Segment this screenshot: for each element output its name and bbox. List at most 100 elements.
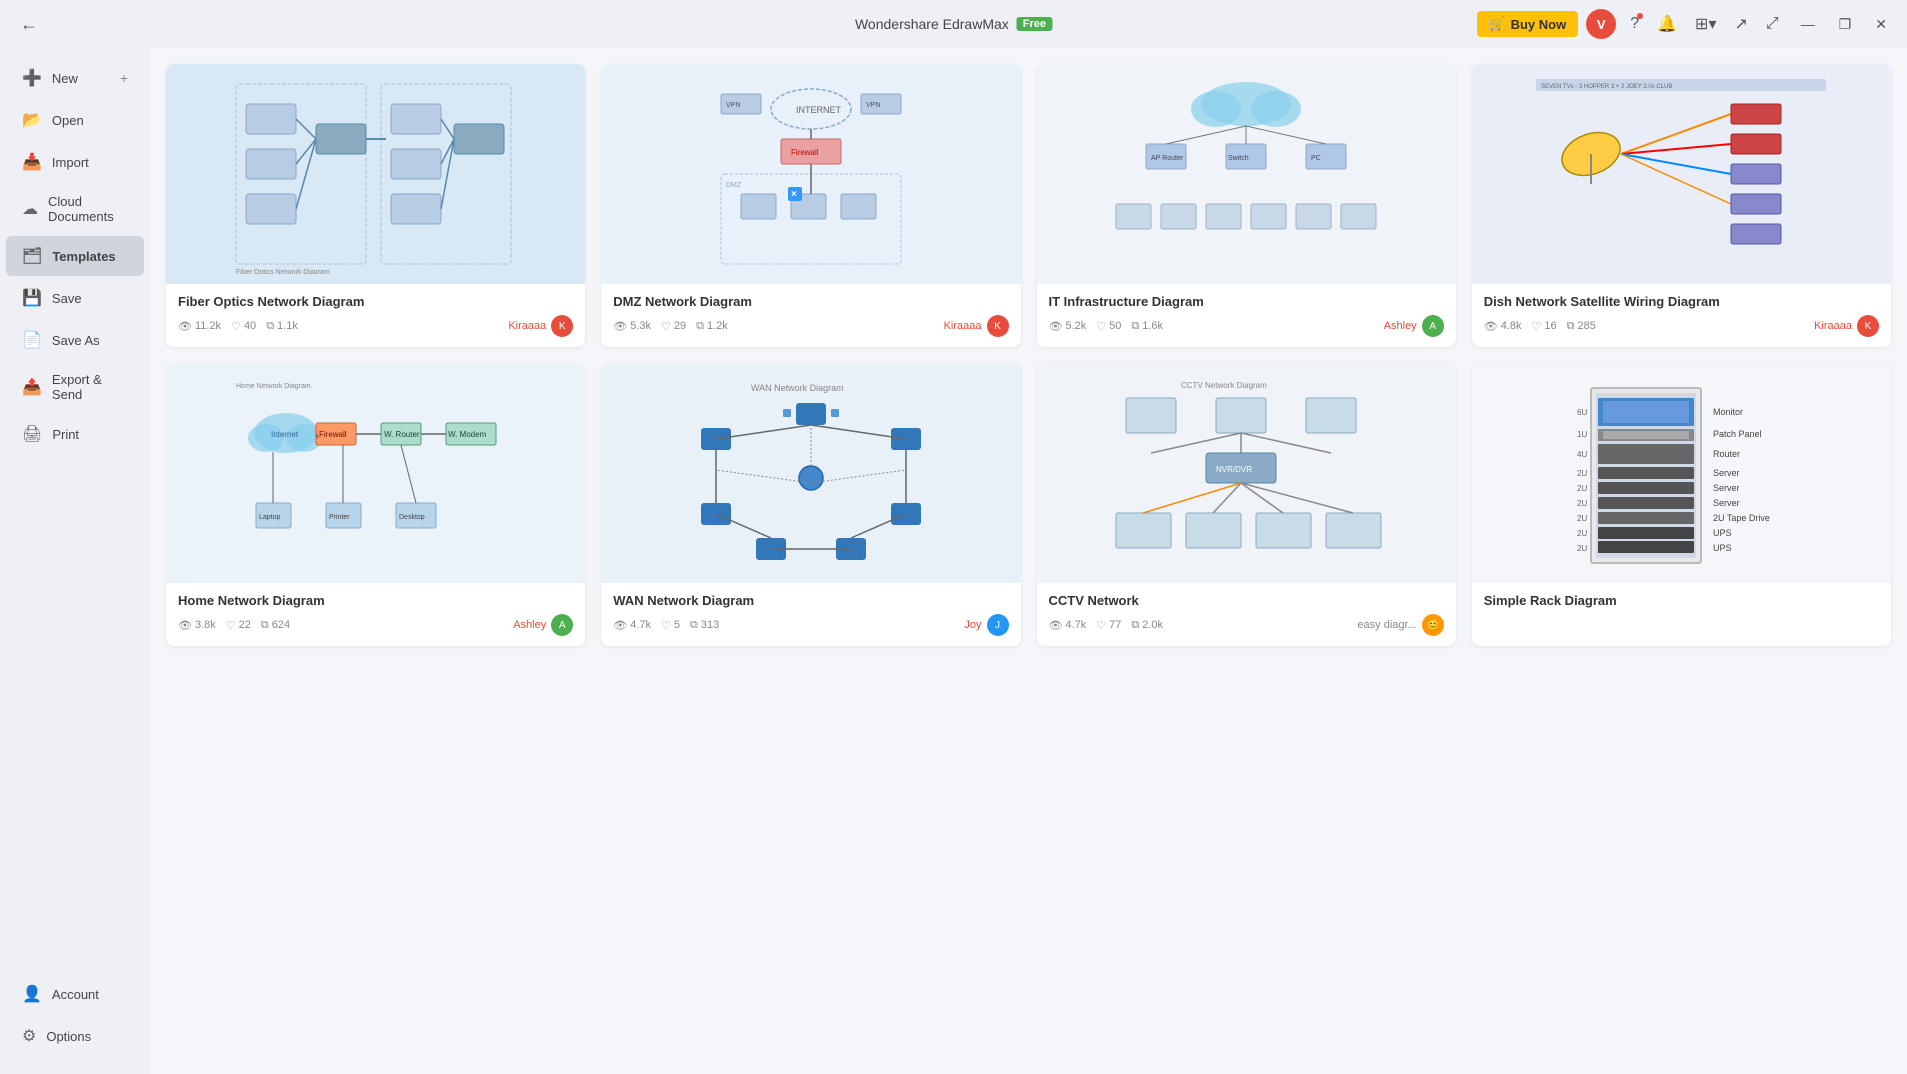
template-card-fiber-optics[interactable]: Fiber Optics Network Diagram Fiber Optic…: [166, 64, 585, 347]
template-card-dmz[interactable]: INTERNET VPN VPN Firewall DMZ: [601, 64, 1020, 347]
views: 👁 11.2k: [178, 320, 221, 333]
export-icon: 📤: [22, 377, 42, 397]
copy-icon: ⧉: [266, 320, 274, 333]
likes: ♡ 29: [661, 320, 686, 333]
author-avatar: K: [987, 315, 1009, 337]
cloud-icon: ☁: [22, 199, 38, 219]
sidebar-item-label: New: [52, 71, 78, 86]
svg-text:W. Router: W. Router: [384, 430, 420, 439]
sidebar-item-label: Save: [52, 291, 82, 306]
copies: ⧉ 285: [1567, 320, 1596, 333]
svg-text:NVR/DVR: NVR/DVR: [1216, 465, 1252, 474]
card-title: Simple Rack Diagram: [1484, 593, 1879, 608]
template-card-cctv[interactable]: CCTV Network Diagram NVR/DVR: [1037, 363, 1456, 646]
new-icon: ➕: [22, 68, 42, 88]
dish-diagram-svg: SEVEN TVs - 3 HOPPER 3 + 2 JOEY 2.0s CLU…: [1531, 74, 1831, 274]
card-info-home: Home Network Diagram 👁 3.8k ♡ 22 ⧉ 624: [166, 583, 585, 646]
template-card-dish[interactable]: SEVEN TVs - 3 HOPPER 3 + 2 JOEY 2.0s CLU…: [1472, 64, 1891, 347]
wan-diagram-svg: WAN Network Diagram: [661, 373, 961, 573]
views: 👁 4.8k: [1484, 320, 1522, 333]
card-image-cctv: CCTV Network Diagram NVR/DVR: [1037, 363, 1456, 583]
card-title: CCTV Network: [1049, 593, 1444, 608]
svg-text:W. Modem: W. Modem: [448, 430, 487, 439]
sidebar-item-save[interactable]: 💾 Save: [6, 278, 144, 318]
svg-text:DMZ: DMZ: [726, 182, 742, 189]
expand-button[interactable]: ⤢: [1760, 11, 1785, 37]
template-card-wan[interactable]: WAN Network Diagram: [601, 363, 1020, 646]
svg-text:Firewall: Firewall: [319, 430, 347, 439]
sidebar-item-open[interactable]: 📂 Open: [6, 100, 144, 140]
svg-text:INTERNET: INTERNET: [796, 105, 842, 115]
author-avatar: 😊: [1422, 614, 1444, 636]
svg-text:×: ×: [791, 189, 797, 200]
share-button[interactable]: ↗: [1728, 10, 1753, 38]
heart-icon: ♡: [1096, 619, 1106, 632]
template-card-home-network[interactable]: Home Network Diagram Internet Firewall W…: [166, 363, 585, 646]
sidebar-item-export[interactable]: 📤 Export & Send: [6, 362, 144, 412]
print-icon: 🖨: [22, 424, 42, 444]
copies: ⧉ 1.6k: [1131, 320, 1163, 333]
svg-text:Desktop: Desktop: [399, 514, 425, 521]
svg-text:1U: 1U: [1577, 430, 1587, 439]
template-card-it-infra[interactable]: AP Router Switch PC: [1037, 64, 1456, 347]
sidebar-item-label: Export & Send: [52, 372, 128, 402]
import-icon: 📥: [22, 152, 42, 172]
views: 👁 3.8k: [178, 619, 216, 632]
sidebar-item-account[interactable]: 👤 Account: [6, 974, 144, 1014]
copies: ⧉ 2.0k: [1131, 619, 1163, 632]
save-icon: 💾: [22, 288, 42, 308]
svg-text:AP Router: AP Router: [1151, 155, 1184, 162]
likes: ♡ 5: [661, 619, 680, 632]
card-image-home: Home Network Diagram Internet Firewall W…: [166, 363, 585, 583]
copies: ⧉ 1.1k: [266, 320, 298, 333]
minimize-button[interactable]: —: [1793, 12, 1823, 36]
back-button[interactable]: ←: [12, 10, 46, 39]
svg-text:UPS: UPS: [1713, 543, 1732, 553]
views: 👁 5.3k: [613, 320, 651, 333]
community-button[interactable]: ⊞▾: [1689, 10, 1722, 38]
svg-text:Server: Server: [1713, 498, 1740, 508]
help-button[interactable]: ?: [1624, 11, 1645, 37]
svg-text:2U: 2U: [1577, 469, 1587, 478]
sidebar-item-save-as[interactable]: 📄 Save As: [6, 320, 144, 360]
eye-icon: 👁: [1049, 320, 1063, 333]
sidebar-item-options[interactable]: ⚙ Options: [6, 1016, 144, 1056]
sidebar-item-label: Import: [52, 155, 89, 170]
card-author: Ashley A: [1384, 315, 1444, 337]
author-avatar: K: [1857, 315, 1879, 337]
likes: ♡ 22: [226, 619, 251, 632]
template-card-rack[interactable]: Monitor Patch Panel Router Server Server…: [1472, 363, 1891, 646]
sidebar-item-templates[interactable]: 🗂 Templates: [6, 236, 144, 276]
copy-icon: ⧉: [690, 619, 698, 632]
heart-icon: ♡: [661, 320, 671, 333]
heart-icon: ♡: [226, 619, 236, 632]
card-info-dish: Dish Network Satellite Wiring Diagram 👁 …: [1472, 284, 1891, 347]
sidebar-item-new[interactable]: ➕ New +: [6, 58, 144, 98]
card-meta: 👁 5.2k ♡ 50 ⧉ 1.6k Ashley: [1049, 315, 1444, 337]
sidebar-item-import[interactable]: 📥 Import: [6, 142, 144, 182]
sidebar-item-print[interactable]: 🖨 Print: [6, 414, 144, 454]
user-avatar[interactable]: V: [1586, 9, 1616, 39]
sidebar-bottom: 👤 Account ⚙ Options: [0, 964, 150, 1066]
card-image-dish: SEVEN TVs - 3 HOPPER 3 + 2 JOEY 2.0s CLU…: [1472, 64, 1891, 284]
titlebar: ← Wondershare EdrawMax Free 🛒 Buy Now V …: [0, 0, 1907, 48]
account-icon: 👤: [22, 984, 42, 1004]
card-author: Kiraaaa K: [508, 315, 573, 337]
dmz-diagram-svg: INTERNET VPN VPN Firewall DMZ: [661, 74, 961, 274]
card-image-dmz: INTERNET VPN VPN Firewall DMZ: [601, 64, 1020, 284]
card-title: Dish Network Satellite Wiring Diagram: [1484, 294, 1879, 309]
close-button[interactable]: ✕: [1867, 12, 1895, 37]
svg-text:Switch: Switch: [1228, 155, 1249, 162]
svg-text:2U: 2U: [1577, 499, 1587, 508]
notification-button[interactable]: 🔔: [1651, 10, 1683, 38]
card-author: Joy J: [964, 614, 1008, 636]
svg-text:Router: Router: [1713, 449, 1740, 459]
sidebar-item-cloud[interactable]: ☁ Cloud Documents: [6, 184, 144, 234]
copy-icon: ⧉: [696, 320, 704, 333]
copy-icon: ⧉: [1131, 619, 1139, 632]
eye-icon: 👁: [613, 619, 627, 632]
svg-text:WAN Network Diagram: WAN Network Diagram: [751, 383, 844, 393]
buy-now-button[interactable]: 🛒 Buy Now: [1477, 11, 1578, 37]
card-info-dmz: DMZ Network Diagram 👁 5.3k ♡ 29 ⧉ 1.2k: [601, 284, 1020, 347]
restore-button[interactable]: ❐: [1831, 12, 1860, 37]
